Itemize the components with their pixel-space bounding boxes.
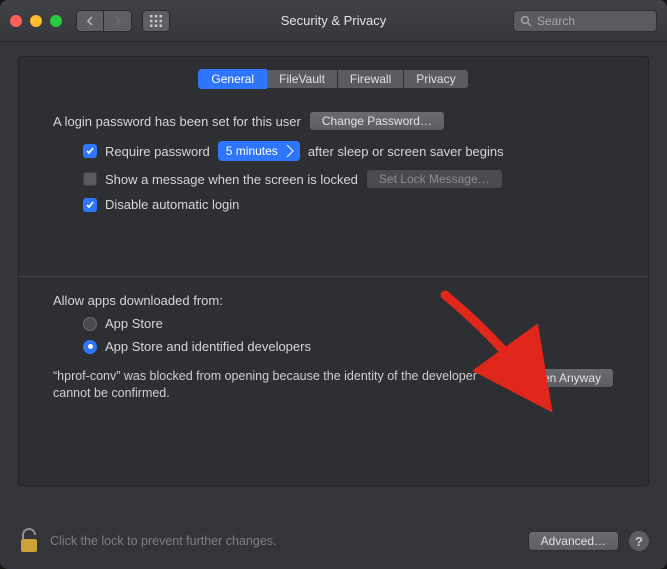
forward-button[interactable] xyxy=(104,10,132,32)
prefs-window: Security & Privacy General FileVault Fir… xyxy=(0,0,667,569)
tab-general[interactable]: General xyxy=(198,69,267,89)
open-anyway-button[interactable]: Open Anyway xyxy=(514,368,614,388)
nav-buttons xyxy=(76,10,132,32)
show-lock-message-label: Show a message when the screen is locked xyxy=(105,172,358,187)
gatekeeper-option-appstore[interactable] xyxy=(83,317,97,331)
show-all-button[interactable] xyxy=(142,10,170,32)
set-lock-message-button: Set Lock Message… xyxy=(366,169,503,189)
disable-auto-login-checkbox[interactable] xyxy=(83,198,97,212)
minimize-window-button[interactable] xyxy=(30,15,42,27)
tab-firewall[interactable]: Firewall xyxy=(338,69,404,89)
search-field[interactable] xyxy=(513,10,657,32)
window-controls xyxy=(10,15,62,27)
require-password-delay-select[interactable]: 5 minutes xyxy=(218,141,300,161)
require-password-suffix: after sleep or screen saver begins xyxy=(308,144,504,159)
require-password-checkbox[interactable] xyxy=(83,144,97,158)
zoom-window-button[interactable] xyxy=(50,15,62,27)
search-input[interactable] xyxy=(537,14,667,28)
back-button[interactable] xyxy=(76,10,104,32)
gatekeeper-blocked-message: “hprof-conv” was blocked from opening be… xyxy=(53,368,500,402)
gatekeeper-heading: Allow apps downloaded from: xyxy=(53,293,223,308)
gatekeeper-option-identified[interactable] xyxy=(83,340,97,354)
search-icon xyxy=(520,15,532,27)
require-password-label: Require password xyxy=(105,144,210,159)
lock-icon[interactable] xyxy=(18,527,40,555)
show-lock-message-checkbox[interactable] xyxy=(83,172,97,186)
gatekeeper-option-identified-label: App Store and identified developers xyxy=(105,339,311,354)
titlebar: Security & Privacy xyxy=(0,0,667,42)
footer: Click the lock to prevent further change… xyxy=(18,527,649,555)
login-password-status: A login password has been set for this u… xyxy=(53,114,301,129)
lock-hint: Click the lock to prevent further change… xyxy=(50,534,277,548)
section-divider xyxy=(19,276,648,277)
tab-privacy[interactable]: Privacy xyxy=(404,69,468,89)
tab-filevault[interactable]: FileVault xyxy=(267,69,338,89)
change-password-button[interactable]: Change Password… xyxy=(309,111,445,131)
close-window-button[interactable] xyxy=(10,15,22,27)
content-area: A login password has been set for this u… xyxy=(19,89,648,402)
disable-auto-login-label: Disable automatic login xyxy=(105,197,239,212)
gatekeeper-option-appstore-label: App Store xyxy=(105,316,163,331)
help-button[interactable]: ? xyxy=(629,531,649,551)
main-panel: General FileVault Firewall Privacy A log… xyxy=(18,56,649,486)
advanced-button[interactable]: Advanced… xyxy=(528,531,619,551)
tab-bar: General FileVault Firewall Privacy xyxy=(19,69,648,89)
